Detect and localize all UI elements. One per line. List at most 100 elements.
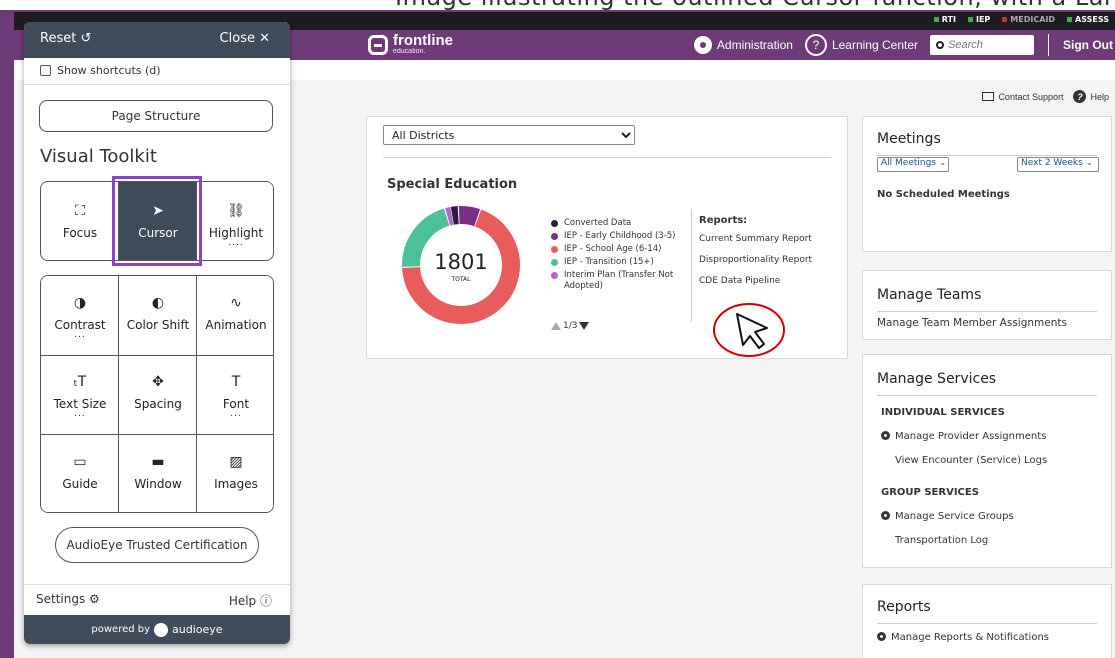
grid-line — [196, 276, 197, 512]
guide-icon: ▭ — [73, 453, 87, 470]
visual-toolkit-panel: Reset ↺ Close ✕ Show shortcuts (d) Page … — [24, 22, 290, 644]
tool-options-dots: ... — [230, 409, 242, 420]
legend-label: Interim Plan (Transfer Not Adopted) — [564, 270, 674, 291]
images-icon: ▨ — [229, 453, 243, 470]
window-icon: ▬ — [151, 453, 165, 470]
reset-button[interactable]: Reset ↺ — [40, 31, 91, 46]
manage-teams-title: Manage Teams — [877, 287, 982, 303]
search-input[interactable] — [948, 39, 1024, 51]
meetings-filter-select[interactable]: All Meetings ⌄ — [877, 157, 949, 172]
audioeye-logo-icon — [154, 622, 169, 637]
tool-label: Spacing — [134, 397, 182, 412]
meetings-divider — [877, 155, 1097, 156]
district-select[interactable]: All Districts — [383, 125, 635, 145]
view-encounter-link[interactable]: View Encounter (Service) Logs — [895, 455, 1047, 466]
guide-tool[interactable]: ▭ Guide — [41, 434, 119, 512]
cog-icon — [881, 511, 890, 520]
manage-teams-card: Manage Teams Manage Team Member Assignme… — [862, 270, 1112, 340]
legend-label: IEP - Transition (15+) — [564, 257, 654, 267]
manage-services-divider — [877, 395, 1097, 396]
meetings-card: Meetings All Meetings ⌄ Next 2 Weeks ⌄ N… — [862, 116, 1112, 252]
caption-text: Image illustrating the outlined Cursor f… — [395, 0, 1115, 10]
report-link[interactable]: CDE Data Pipeline — [699, 276, 831, 286]
status-tag-swatch — [967, 17, 973, 22]
brand-name: frontline — [393, 32, 453, 49]
sign-out-link[interactable]: Sign Out — [1063, 38, 1113, 52]
tool-options-dots: ... — [74, 409, 86, 420]
close-button[interactable]: Close ✕ — [220, 31, 270, 46]
search-box[interactable] — [930, 35, 1034, 55]
learning-center-link[interactable]: ? Learning Center — [804, 34, 918, 56]
spacing-tool[interactable]: ✥ Spacing — [119, 355, 197, 435]
images-tool[interactable]: ▨ Images — [197, 434, 273, 512]
highlight-tool[interactable]: ⛓ Highlight .... — [197, 182, 273, 260]
large-cursor-icon — [736, 313, 768, 349]
gear-icon — [693, 36, 712, 54]
reports-heading: Reports: — [699, 215, 748, 226]
focus-tool[interactable]: ⛶ Focus — [41, 182, 119, 260]
color-shift-tool[interactable]: ◐ Color Shift — [119, 276, 197, 356]
administration-link[interactable]: Administration — [693, 36, 793, 54]
legend-swatch — [551, 272, 558, 279]
tool-label: Animation — [205, 318, 267, 332]
show-shortcuts-toggle[interactable]: Show shortcuts (d) — [40, 64, 161, 77]
report-link[interactable]: Current Summary Report — [699, 234, 831, 244]
tool-options-dots: ... — [74, 330, 86, 340]
legend-label: Converted Data — [564, 218, 632, 228]
pager-down-icon[interactable] — [579, 322, 590, 330]
settings-button[interactable]: Settings ⚙ — [36, 592, 100, 606]
tool-label: Window — [134, 476, 182, 491]
caption-strip: Image illustrating the outlined Cursor f… — [0, 0, 1115, 10]
meetings-range-select[interactable]: Next 2 Weeks ⌄ — [1017, 157, 1099, 172]
help-link[interactable]: ? Help — [1073, 90, 1109, 103]
manage-team-link[interactable]: Manage Team Member Assignments — [877, 317, 1067, 329]
font-tool[interactable]: T Font... — [197, 355, 273, 435]
legend-swatch — [551, 246, 558, 253]
page-structure-button[interactable]: Page Structure — [39, 100, 273, 132]
tool-label: Color Shift — [126, 318, 190, 332]
transportation-log-link[interactable]: Transportation Log — [895, 535, 988, 546]
animation-icon: ∿ — [230, 295, 242, 311]
group-services-heading: GROUP SERVICES — [881, 487, 979, 498]
focus-icon: ⛶ — [75, 203, 85, 219]
legend-swatch — [551, 259, 558, 266]
legend-item: IEP - Early Childhood (3-5) — [551, 231, 681, 242]
tool-label: Guide — [62, 476, 98, 491]
window-tool[interactable]: ▬ Window — [119, 434, 197, 512]
support-links: Contact Support ? Help — [982, 90, 1109, 103]
manage-provider-link[interactable]: Manage Provider Assignments — [881, 431, 1046, 442]
status-tag-label: RTI — [941, 15, 956, 24]
status-tag-label: MEDICAID — [1010, 15, 1056, 24]
highlight-dots: .... — [228, 238, 244, 248]
spacing-icon: ✥ — [152, 374, 164, 391]
manage-services-title: Manage Services — [877, 371, 997, 387]
cog-icon — [877, 632, 886, 641]
manage-service-groups-link[interactable]: Manage Service Groups — [881, 511, 1014, 522]
report-link[interactable]: Disproportionality Report — [699, 255, 831, 265]
contrast-tool[interactable]: ◑ Contrast... — [41, 276, 119, 356]
toolkit-separator — [24, 84, 290, 85]
contact-support-link[interactable]: Contact Support — [982, 92, 1063, 102]
frontline-logo[interactable]: frontline education. — [368, 32, 453, 55]
tool-label: Images — [214, 476, 258, 491]
manage-reports-link[interactable]: Manage Reports & Notifications — [877, 632, 1049, 643]
animation-tool[interactable]: ∿ Animation — [197, 276, 273, 356]
sped-donut-chart: 1801 TOTAL — [402, 206, 520, 324]
pager-up-icon[interactable] — [551, 322, 561, 330]
grid-line — [118, 276, 119, 512]
status-tag-swatch — [933, 17, 939, 22]
shortcuts-checkbox[interactable] — [40, 65, 51, 76]
cog-icon — [881, 431, 890, 440]
legend-label: IEP - Early Childhood (3-5) — [564, 231, 676, 241]
status-tag-label: IEP — [975, 15, 991, 24]
grid-line — [41, 434, 273, 435]
legend-item: Converted Data — [551, 218, 681, 229]
help-icon: ? — [1073, 90, 1087, 103]
text-size-tool[interactable]: ₜT Text Size... — [41, 355, 119, 435]
toolkit-grid-secondary: ◑ Contrast... ◐ Color Shift ∿ Animation ₜT Text… — [40, 275, 274, 513]
help-button[interactable]: Help ⓘ — [229, 592, 272, 609]
legend-item: IEP - School Age (6-14) — [551, 244, 681, 255]
no-meetings-text: No Scheduled Meetings — [877, 189, 1010, 200]
status-tag: ASSESS — [1067, 15, 1109, 24]
certification-button[interactable]: AudioEye Trusted Certification — [55, 527, 259, 563]
